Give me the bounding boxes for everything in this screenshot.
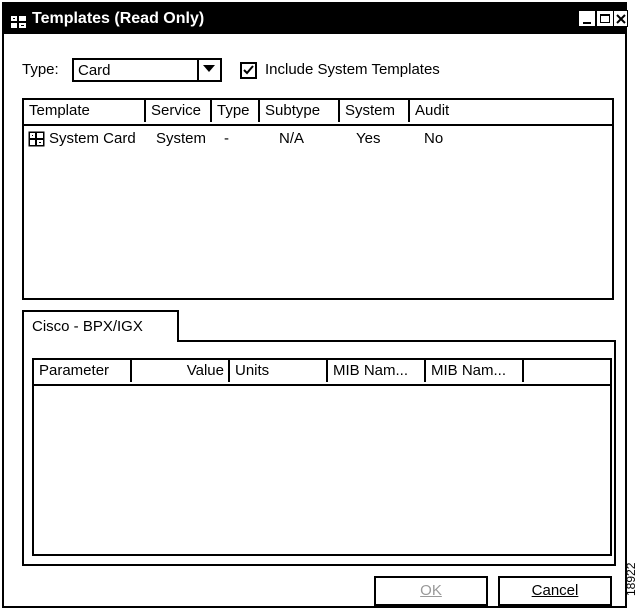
window-title: Templates (Read Only): [32, 10, 205, 27]
column-header-subtype[interactable]: Subtype: [260, 100, 340, 122]
type-select[interactable]: Card: [72, 58, 222, 82]
column-header-empty[interactable]: [524, 360, 610, 382]
column-header-service[interactable]: Service: [146, 100, 212, 122]
include-system-label[interactable]: Include System Templates: [265, 61, 440, 78]
column-header-type[interactable]: Type: [212, 100, 260, 122]
parameters-table-header: Parameter Value Units MIB Nam... MIB Nam…: [34, 360, 610, 386]
cell-subtype: N/A: [279, 130, 305, 147]
cancel-button-label: Cancel: [531, 582, 579, 599]
ok-button-label: OK: [420, 582, 442, 599]
column-header-audit[interactable]: Audit: [410, 100, 612, 122]
ok-button[interactable]: OK: [374, 576, 488, 606]
type-select-value: Card: [78, 62, 111, 79]
cell-service: System: [156, 130, 207, 147]
column-header-value[interactable]: Value: [132, 360, 230, 382]
column-header-mib-name-1[interactable]: MIB Nam...: [328, 360, 426, 382]
cell-template: System Card: [49, 130, 136, 147]
cell-type: -: [224, 130, 229, 147]
templates-table-header: Template Service Type Subtype System Aud…: [24, 100, 612, 126]
column-header-parameter[interactable]: Parameter: [34, 360, 132, 382]
cancel-button[interactable]: Cancel: [498, 576, 612, 606]
chevron-down-icon[interactable]: [197, 60, 220, 80]
figure-code: 18922: [624, 562, 638, 596]
maximize-icon[interactable]: [596, 10, 614, 27]
templates-table[interactable]: Template Service Type Subtype System Aud…: [22, 98, 614, 300]
templates-window: Templates (Read Only) Type: Card Include…: [2, 2, 628, 608]
cell-audit: No: [424, 130, 444, 147]
close-icon[interactable]: [613, 10, 628, 27]
column-header-units[interactable]: Units: [230, 360, 328, 382]
minimize-icon[interactable]: [578, 10, 596, 27]
cell-system: Yes: [356, 130, 381, 147]
include-system-checkbox[interactable]: [240, 62, 257, 79]
type-label: Type:: [22, 61, 59, 78]
title-bar[interactable]: Templates (Read Only): [4, 4, 628, 34]
table-row[interactable]: System Card System - N/A Yes No: [24, 128, 612, 150]
templates-app-icon: [10, 11, 28, 28]
column-header-mib-name-2[interactable]: MIB Nam...: [426, 360, 524, 382]
tab-cisco-bpx-igx[interactable]: Cisco - BPX/IGX: [22, 310, 179, 342]
column-header-system[interactable]: System: [340, 100, 410, 122]
card-template-icon: [28, 131, 45, 147]
column-header-template[interactable]: Template: [24, 100, 146, 122]
parameters-table[interactable]: Parameter Value Units MIB Nam... MIB Nam…: [32, 358, 612, 556]
